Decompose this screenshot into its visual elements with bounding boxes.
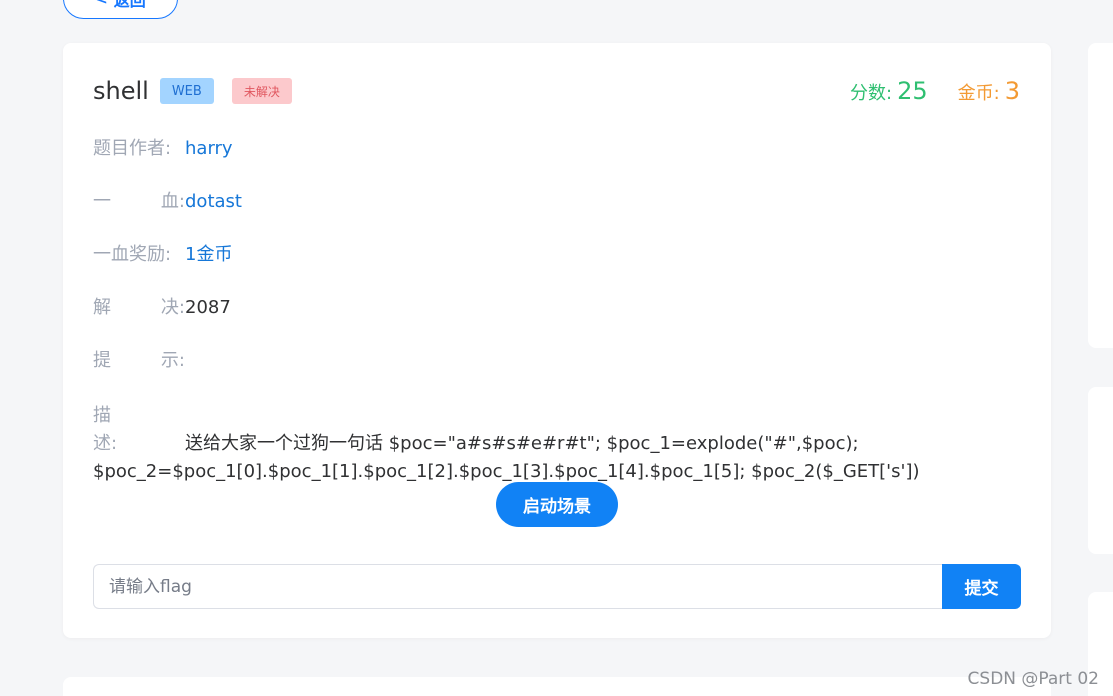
start-scene-button[interactable]: 启动场景 [496,482,618,527]
side-panel-card [1088,387,1113,554]
description-label-a: 描 [93,405,111,426]
next-card [63,677,1051,696]
watermark: CSDN @Part 02 [967,669,1099,689]
score-summary: 分数: 25 金币: 3 [850,77,1020,105]
back-label: 返回 [113,0,146,10]
author-label: 题目作者: [93,138,172,159]
back-button[interactable]: < 返回 [63,0,178,19]
solved-label: 解 决: [93,296,185,320]
challenge-header: shell WEB 未解决 [93,77,292,105]
status-badge: 未解决 [231,78,292,104]
solved-label-a: 解 [93,297,111,318]
reward-value: 1金币 [185,244,233,265]
description-text: 送给大家一个过狗一句话 $poc="a#s#s#e#r#t"; $poc_1=e… [93,433,920,482]
solved-label-b: 决: [160,297,185,318]
reward-label: 一血奖励: [93,244,172,265]
chevron-left-icon: < [95,0,108,8]
author-link[interactable]: harry [185,137,233,161]
description: 描述: 送给大家一个过狗一句话 $poc="a#s#s#e#r#t"; $poc_… [93,402,1033,486]
challenge-title: shell [93,77,149,105]
hint-label-b: 示: [160,350,185,371]
coin-value: 3 [1004,77,1020,105]
hint-label: 提 示: [93,349,185,373]
author-row: 题目作者: harry [93,137,233,161]
flag-submit-form: 提交 [93,564,1021,609]
solved-row: 解 决: 2087 [93,296,231,320]
coin-label: 金币: [957,83,1000,104]
first-blood-label: 一 血: [93,190,185,214]
flag-input[interactable] [93,564,942,609]
category-tag: WEB [159,78,214,104]
hint-label-a: 提 [93,350,111,371]
first-blood-row: 一 血: dotast [93,190,242,214]
challenge-card: shell WEB 未解决 分数: 25 金币: 3 题目作者: harry 一… [63,43,1051,638]
score-label: 分数: [850,83,893,104]
hint-row: 提 示: [93,349,185,373]
submit-button[interactable]: 提交 [942,564,1021,609]
first-blood-label-a: 一 [93,191,111,212]
solved-count: 2087 [185,297,231,318]
first-blood-reward-row: 一血奖励: 1金币 [93,243,232,267]
challenge-page: < 返回 shell WEB 未解决 分数: 25 金币: 3 题目作者: ha… [0,0,1113,696]
description-label: 描述: [93,402,185,458]
first-blood-user-link[interactable]: dotast [185,190,242,214]
description-label-b: 述: [93,433,118,454]
side-panel-card [1088,43,1113,348]
score-value: 25 [897,77,928,105]
first-blood-label-b: 血: [160,191,185,212]
